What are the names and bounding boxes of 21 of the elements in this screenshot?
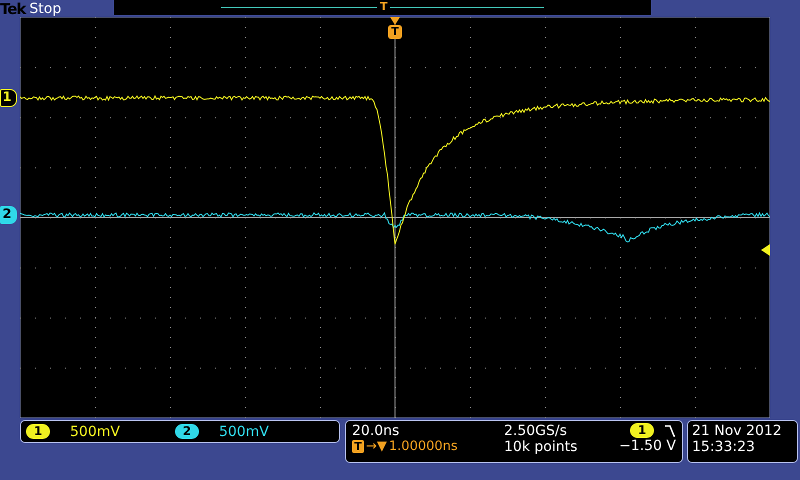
- record-length: 10k points: [504, 439, 578, 455]
- channel-scale: 500mV: [218, 424, 269, 440]
- position-arrow: →▼: [366, 439, 387, 454]
- trigger-level: −1.50 V: [619, 438, 676, 454]
- trigger-level-icon: [761, 244, 770, 256]
- channel-badge[interactable]: 1: [26, 424, 50, 439]
- trigger-source-badge: 1: [630, 423, 654, 438]
- date: 21 Nov 2012: [692, 423, 783, 439]
- brand-logo: Tek: [0, 0, 26, 18]
- trigger-arrow-icon: [389, 17, 401, 25]
- horizontal-position: 1.00000ns: [388, 439, 458, 454]
- channel-badge[interactable]: 2: [174, 424, 199, 439]
- time: 15:33:23: [692, 439, 756, 455]
- channel-scale: 500mV: [70, 424, 120, 440]
- channel-marker[interactable]: 1: [0, 89, 17, 107]
- trigger-badge: T: [352, 440, 364, 453]
- channel-marker[interactable]: 2: [0, 206, 17, 224]
- falling-edge-icon: [664, 424, 676, 438]
- time-scale: 20.0ns: [352, 423, 400, 439]
- sample-rate: 2.50GS/s: [504, 423, 568, 439]
- acquisition-status: Stop: [29, 0, 62, 16]
